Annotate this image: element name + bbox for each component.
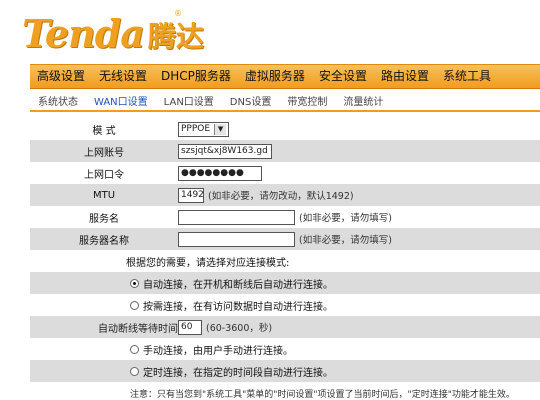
tenda-logo: Tenda 腾达: [22, 6, 262, 54]
mtu-input[interactable]: 1492: [178, 187, 204, 203]
password-input[interactable]: ●●●●●●●●: [178, 165, 262, 181]
nav-virtual-server[interactable]: 虚拟服务器: [238, 64, 312, 89]
nav-wireless[interactable]: 无线设置: [92, 64, 154, 89]
mtu-row: MTU 1492 (如非必要，请勿改动，默认1492): [30, 184, 540, 206]
connection-mode-heading-row: 根据您的需要，请选择对应连接模式:: [30, 250, 540, 272]
server-name-input[interactable]: [178, 231, 295, 247]
wan-form: 模 式 PPPOE ▼ 上网账号 szsjqt&xj8W163.gd 上网口令 …: [30, 118, 540, 400]
server-name-note: (如非必要，请勿填写): [299, 235, 392, 246]
on-demand-radio[interactable]: [130, 300, 139, 310]
timed-connect-row: 定时连接，在指定的时间段自动进行连接。: [30, 360, 540, 382]
idle-time-input[interactable]: 60: [178, 319, 202, 335]
mode-row: 模 式 PPPOE ▼: [30, 118, 540, 140]
manual-connect-radio[interactable]: [130, 344, 139, 354]
subnav-traffic-stats[interactable]: 流量统计: [335, 93, 391, 108]
timed-connect-radio[interactable]: [130, 366, 139, 376]
dropdown-arrow-icon: ▼: [214, 123, 227, 135]
auto-connect-label: 自动连接，在开机和断线后自动进行连接。: [143, 279, 333, 291]
password-row: 上网口令 ●●●●●●●●: [30, 162, 540, 184]
connection-mode-heading: 根据您的需要，请选择对应连接模式:: [126, 257, 290, 269]
on-demand-label: 按需连接，在有访问数据时自动进行连接。: [143, 301, 333, 313]
note-row: 注意：只有当您到"系统工具"菜单的"时间设置"项设置了当前时间后，"定时连接"功…: [30, 382, 540, 400]
main-nav: 高级设置 无线设置 DHCP服务器 虚拟服务器 安全设置 路由设置 系统工具: [30, 64, 540, 89]
subnav-dns-settings[interactable]: DNS设置: [222, 93, 280, 108]
server-name-row: 服务器名称 (如非必要，请勿填写): [30, 228, 540, 250]
idle-time-note: (60-3600，秒): [206, 323, 273, 334]
auto-connect-row: 自动连接，在开机和断线后自动进行连接。: [30, 272, 540, 294]
username-label: 上网账号: [84, 147, 124, 159]
service-name-note: (如非必要，请勿填写): [299, 213, 392, 224]
subnav-wan-settings[interactable]: WAN口设置: [86, 93, 156, 108]
nav-advanced[interactable]: 高级设置: [30, 64, 92, 89]
mtu-note: (如非必要，请勿改动，默认1492): [208, 191, 354, 202]
sub-nav: 系统状态 WAN口设置 LAN口设置 DNS设置 带宽控制 流量统计: [30, 90, 540, 112]
registered-mark: ®: [174, 9, 182, 18]
timed-connect-label: 定时连接，在指定的时间段自动进行连接。: [143, 367, 333, 379]
nav-routing[interactable]: 路由设置: [374, 64, 436, 89]
logo-chinese: 腾达: [147, 20, 204, 53]
password-label: 上网口令: [84, 169, 124, 181]
idle-time-label: 自动断线等待时间：: [98, 323, 188, 335]
on-demand-row: 按需连接，在有访问数据时自动进行连接。: [30, 294, 540, 316]
time-setting-note: 注意：只有当您到"系统工具"菜单的"时间设置"项设置了当前时间后，"定时连接"功…: [130, 389, 515, 400]
subnav-system-status[interactable]: 系统状态: [30, 93, 86, 108]
mtu-label: MTU: [92, 189, 116, 201]
username-row: 上网账号 szsjqt&xj8W163.gd: [30, 140, 540, 162]
service-name-row: 服务名 (如非必要，请勿填写): [30, 206, 540, 228]
mode-value: PPPOE: [181, 124, 211, 134]
idle-time-row: 自动断线等待时间： 60 (60-3600，秒): [30, 316, 540, 338]
mode-label: 模 式: [92, 125, 116, 137]
header: Tenda 腾达 ®: [0, 0, 540, 64]
service-name-input[interactable]: [178, 209, 295, 225]
service-name-label: 服务名: [89, 213, 119, 225]
server-name-label: 服务器名称: [79, 235, 129, 247]
nav-dhcp[interactable]: DHCP服务器: [154, 64, 238, 89]
manual-connect-label: 手动连接，由用户手动进行连接。: [143, 345, 293, 357]
auto-connect-radio[interactable]: [130, 278, 139, 288]
username-input[interactable]: szsjqt&xj8W163.gd: [178, 143, 272, 159]
mode-select[interactable]: PPPOE ▼: [178, 121, 230, 137]
subnav-bandwidth[interactable]: 带宽控制: [279, 93, 335, 108]
subnav-lan-settings[interactable]: LAN口设置: [156, 93, 222, 108]
nav-security[interactable]: 安全设置: [312, 64, 374, 89]
manual-connect-row: 手动连接，由用户手动进行连接。: [30, 338, 540, 360]
logo-latin: Tenda: [22, 11, 145, 56]
nav-system-tools[interactable]: 系统工具: [436, 64, 498, 89]
